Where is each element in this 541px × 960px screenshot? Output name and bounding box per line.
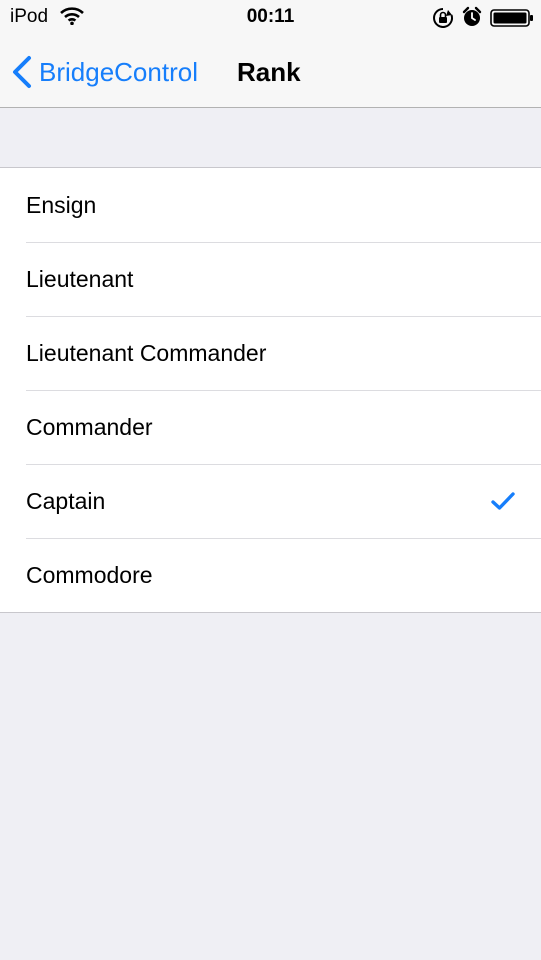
list-item-ensign[interactable]: Ensign <box>0 168 541 242</box>
chevron-left-icon <box>13 56 31 88</box>
alarm-icon <box>462 6 482 26</box>
battery-icon <box>490 9 533 27</box>
rank-list: Ensign Lieutenant Lieutenant Commander C… <box>0 167 541 613</box>
list-item-commodore[interactable]: Commodore <box>0 538 541 612</box>
list-item-commander[interactable]: Commander <box>0 390 541 464</box>
navigation-bar: BridgeControl Rank <box>0 36 541 108</box>
list-item-label: Ensign <box>26 191 97 218</box>
header: iPod 00:11 BridgeControl Rank <box>0 0 541 108</box>
list-item-lieutenant[interactable]: Lieutenant <box>0 242 541 316</box>
list-item-lieutenant-commander[interactable]: Lieutenant Commander <box>0 316 541 390</box>
list-item-label: Commodore <box>26 561 153 588</box>
back-button-label: BridgeControl <box>39 56 198 87</box>
list-item-captain[interactable]: Captain <box>0 464 541 538</box>
status-bar: iPod 00:11 <box>0 0 541 36</box>
list-item-label: Commander <box>26 413 153 440</box>
status-time: 00:11 <box>246 6 295 27</box>
back-button[interactable]: BridgeControl <box>12 36 198 108</box>
checkmark-icon <box>491 492 515 510</box>
list-item-label: Lieutenant Commander <box>26 339 267 366</box>
list-item-label: Lieutenant <box>26 265 134 292</box>
page-title: Rank <box>237 56 301 87</box>
list-item-label: Captain <box>26 487 106 514</box>
rotation-lock-icon <box>433 8 453 28</box>
